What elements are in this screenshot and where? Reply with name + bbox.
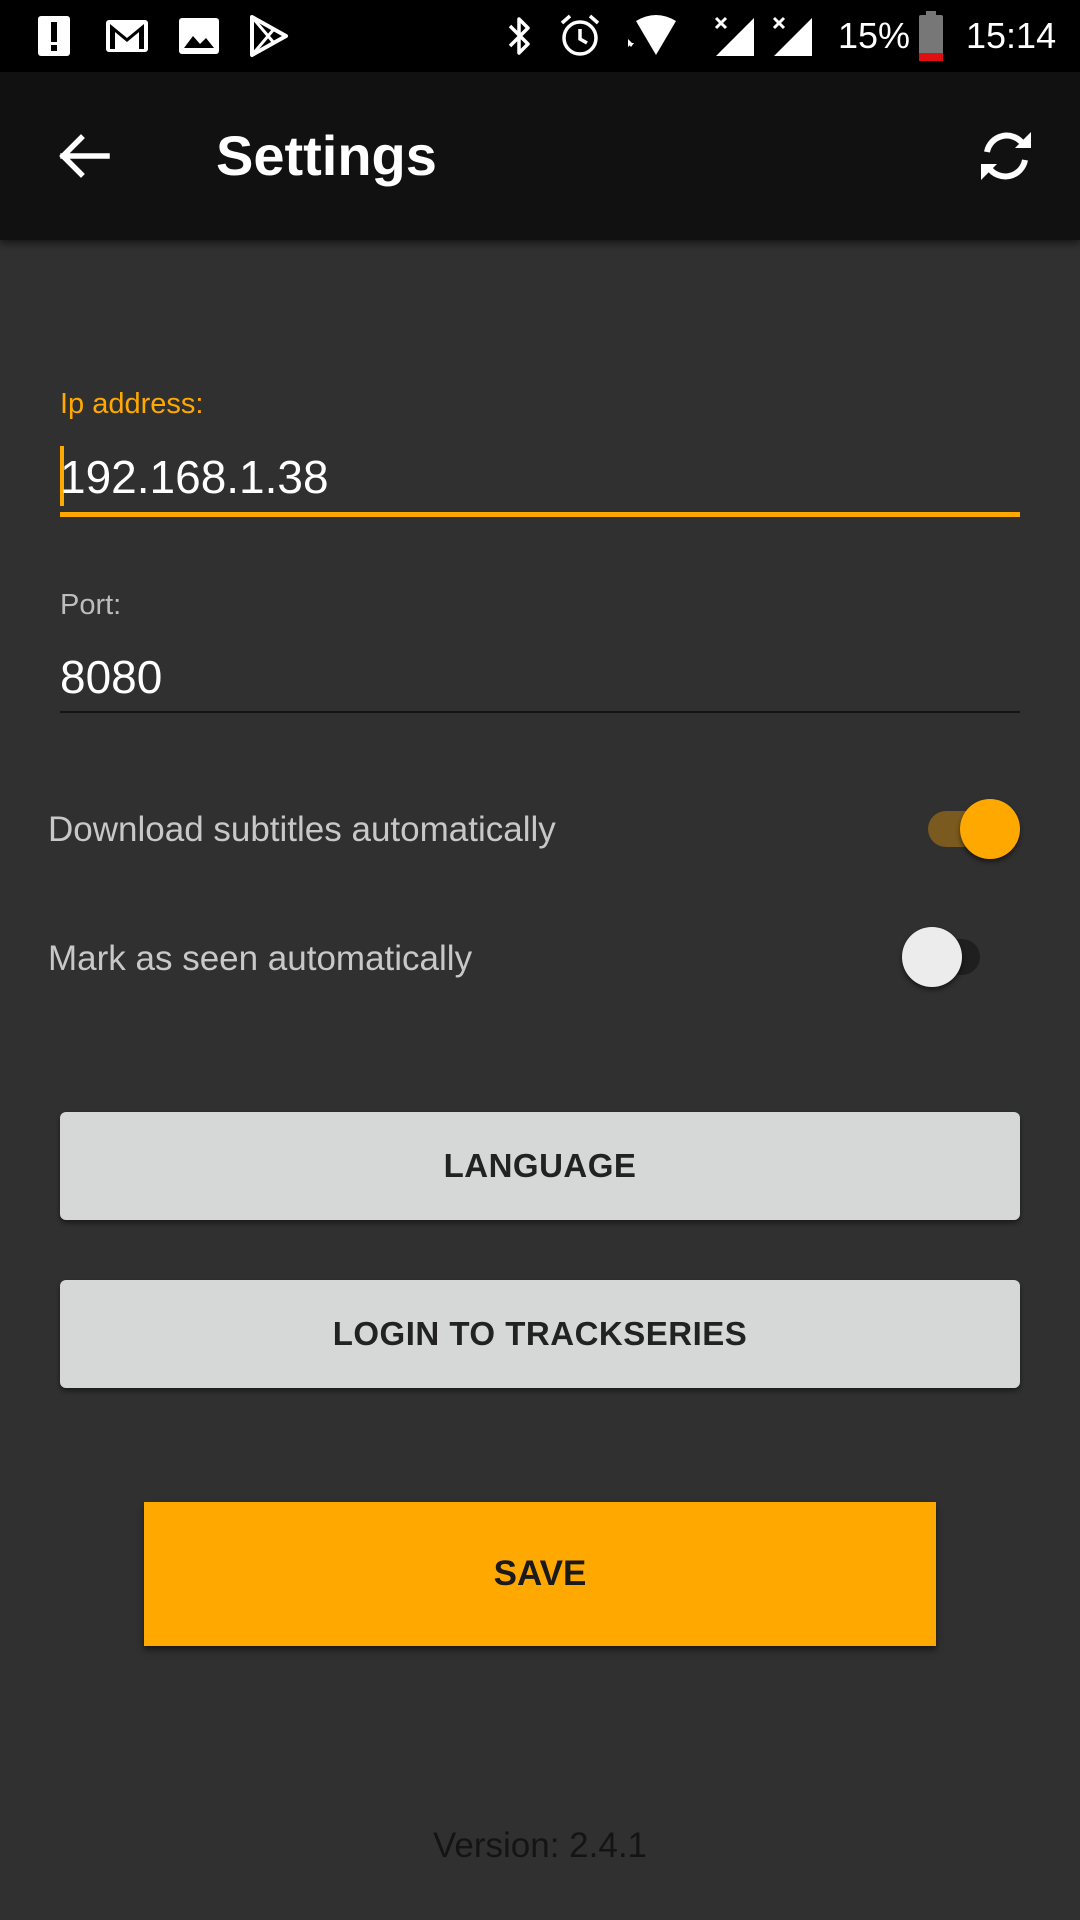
download-subtitles-label: Download subtitles automatically: [48, 810, 556, 849]
back-button[interactable]: [36, 108, 132, 204]
ip-address-underline: [60, 512, 1020, 517]
port-label: Port:: [60, 589, 122, 621]
status-bar: 15% 15:14: [0, 0, 1080, 72]
arrow-left-icon: [59, 134, 110, 178]
mark-as-seen-switch[interactable]: [882, 917, 1002, 997]
switch-thumb: [960, 799, 1020, 859]
signal-icon: [712, 12, 756, 60]
save-button[interactable]: SAVE: [144, 1502, 936, 1646]
gmail-icon: [104, 12, 150, 60]
clock: 15:14: [966, 15, 1057, 56]
port-input[interactable]: 8080: [60, 642, 1020, 712]
ip-address-label: Ip address:: [60, 388, 204, 420]
page-title: Settings: [216, 124, 437, 187]
signal-icon: [770, 12, 814, 60]
bluetooth-icon: [502, 12, 538, 60]
play-store-icon: [246, 12, 292, 60]
download-subtitles-switch[interactable]: [906, 789, 1026, 869]
language-button[interactable]: LANGUAGE: [60, 1112, 1020, 1220]
image-icon: [176, 12, 222, 60]
port-underline: [60, 711, 1020, 713]
login-trackseries-button[interactable]: LOGIN TO TRACKSERIES: [60, 1280, 1020, 1388]
sync-icon: [981, 132, 1031, 180]
switch-thumb: [902, 927, 962, 987]
battery-percent: 15%: [838, 15, 911, 56]
battery-icon: [918, 11, 944, 61]
wifi-icon: [618, 12, 678, 60]
ip-address-input[interactable]: 192.168.1.38: [60, 442, 1020, 512]
version-text: Version: 2.4.1: [432, 1826, 648, 1865]
sync-button[interactable]: [958, 108, 1054, 204]
alert-icon: [36, 12, 72, 60]
app-toolbar: Settings: [0, 72, 1080, 240]
alarm-icon: [556, 12, 604, 60]
mark-as-seen-label: Mark as seen automatically: [48, 939, 473, 978]
